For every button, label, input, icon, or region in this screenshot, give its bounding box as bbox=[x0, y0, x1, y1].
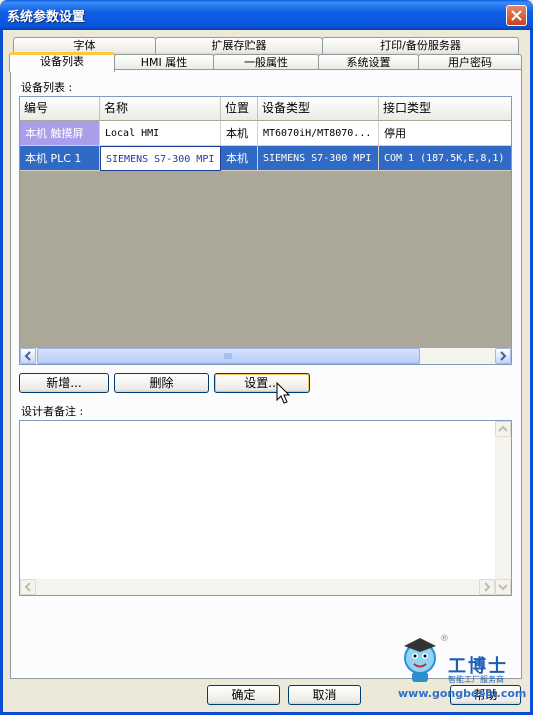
device-list-label: 设备列表 : bbox=[21, 81, 73, 94]
grip-icon bbox=[224, 353, 232, 359]
row-cell-interface-type[interactable]: COM 1 (187.5K,E,8,1) bbox=[379, 146, 511, 171]
notes-scroll-left-button[interactable] bbox=[20, 579, 36, 595]
row-cell-location[interactable]: 本机 bbox=[221, 121, 258, 146]
scroll-right-icon bbox=[484, 582, 491, 592]
cancel-button[interactable]: 取消 bbox=[288, 685, 361, 705]
window-title: 系统参数设置 bbox=[7, 10, 86, 25]
scroll-left-button[interactable] bbox=[20, 348, 36, 364]
scroll-up-icon bbox=[498, 425, 508, 432]
row-cell-id[interactable]: 本机 触摸屏 bbox=[20, 121, 100, 146]
column-header-location[interactable]: 位置 bbox=[221, 97, 258, 121]
watermark-subtitle: 智能工厂服务商 bbox=[448, 675, 504, 684]
column-header-interface-type[interactable]: 接口类型 bbox=[379, 97, 511, 121]
column-header-name[interactable]: 名称 bbox=[100, 97, 221, 121]
row-cell-location[interactable]: 本机 bbox=[221, 146, 258, 171]
watermark: ® 工博士 智能工厂服务商 www.gongboshi.com bbox=[398, 634, 526, 700]
notes-horizontal-scrollbar[interactable] bbox=[20, 579, 495, 595]
add-device-button[interactable]: 新增... bbox=[19, 373, 109, 393]
row-cell-interface-type[interactable]: 停用 bbox=[379, 121, 511, 146]
column-header-device-type[interactable]: 设备类型 bbox=[258, 97, 379, 121]
notes-scroll-right-button[interactable] bbox=[479, 579, 495, 595]
row-cell-device-type[interactable]: MT6070iH/MT8070... bbox=[258, 121, 379, 146]
delete-device-button[interactable]: 删除 bbox=[114, 373, 209, 393]
row-cell-id[interactable]: 本机 PLC 1 bbox=[20, 146, 100, 171]
scroll-left-icon bbox=[24, 351, 31, 361]
ok-button[interactable]: 确定 bbox=[207, 685, 280, 705]
column-header-id[interactable]: 编号 bbox=[20, 97, 100, 121]
mascot-icon bbox=[404, 638, 436, 682]
designer-notes-label: 设计者备注 : bbox=[21, 405, 84, 418]
horizontal-scroll-thumb[interactable] bbox=[37, 348, 420, 364]
registered-mark: ® bbox=[440, 634, 449, 644]
row-cell-name[interactable]: SIEMENS S7-300 MPI bbox=[100, 146, 221, 171]
window-frame-left bbox=[0, 30, 3, 715]
designer-notes-textarea[interactable] bbox=[19, 420, 512, 596]
scroll-right-button[interactable] bbox=[495, 348, 511, 364]
notes-vertical-scrollbar[interactable] bbox=[495, 421, 511, 595]
scroll-down-icon bbox=[498, 584, 508, 591]
row-cell-name[interactable]: Local HMI bbox=[100, 121, 221, 146]
scroll-up-button[interactable] bbox=[495, 421, 511, 437]
tab-print-backup-server[interactable]: 打印/备份服务器 bbox=[322, 37, 519, 55]
scroll-left-icon bbox=[24, 582, 31, 592]
device-settings-button[interactable]: 设置... bbox=[214, 373, 310, 393]
close-button[interactable] bbox=[506, 5, 527, 26]
close-icon bbox=[511, 10, 522, 21]
scroll-right-icon bbox=[500, 351, 507, 361]
device-list-grid[interactable]: 编号 名称 位置 设备类型 接口类型 本机 触摸屏 Local HMI 本机 M… bbox=[19, 96, 512, 365]
title-bar: 系统参数设置 bbox=[0, 0, 533, 30]
tab-device-list[interactable]: 设备列表 bbox=[9, 52, 115, 72]
scroll-down-button[interactable] bbox=[495, 579, 511, 595]
watermark-url: www.gongboshi.com bbox=[398, 687, 527, 700]
tab-extended-memory[interactable]: 扩展存贮器 bbox=[155, 37, 323, 55]
mouse-cursor-icon bbox=[276, 382, 290, 404]
row-cell-device-type[interactable]: SIEMENS S7-300 MPI bbox=[258, 146, 379, 171]
horizontal-scrollbar[interactable] bbox=[20, 348, 511, 364]
